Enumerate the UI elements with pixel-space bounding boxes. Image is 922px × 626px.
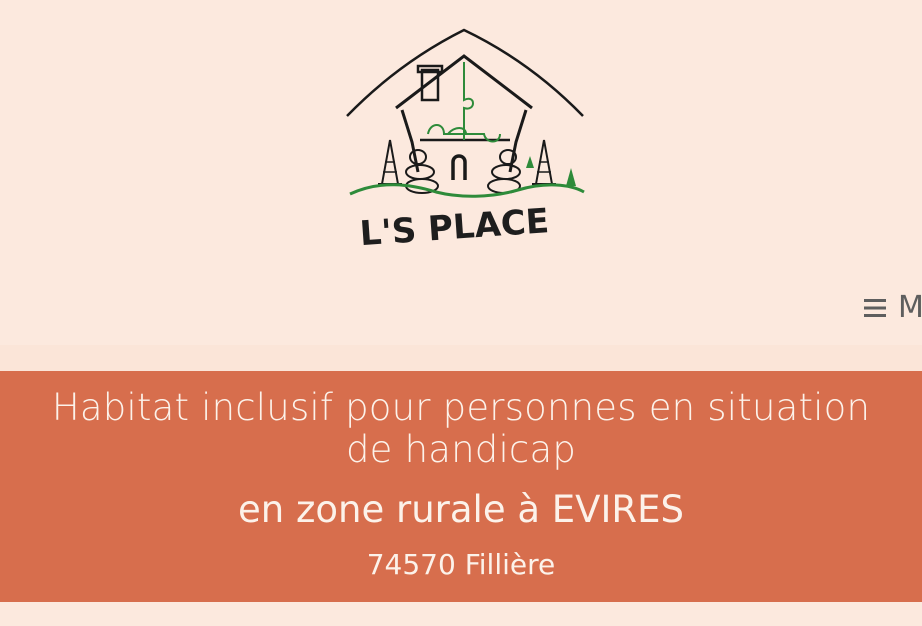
- hero-title-line2: en zone rurale à EVIRES: [238, 488, 684, 531]
- hero-banner: Habitat inclusif pour personnes en situa…: [0, 371, 922, 602]
- hero-title-line1: Habitat inclusif pour personnes en situa…: [51, 386, 871, 471]
- hero-subtitle: 74570 Fillière: [366, 548, 556, 581]
- header-divider: [0, 345, 922, 371]
- menu-label: M: [898, 290, 922, 325]
- site-header: L'S PLACE M: [0, 0, 922, 345]
- menu-button[interactable]: M: [864, 290, 922, 325]
- footer-strip: [0, 602, 922, 626]
- page: L'S PLACE M Habitat inclusif pour person…: [0, 0, 922, 626]
- hamburger-icon: [864, 298, 886, 317]
- logo-wordmark: L'S PLACE: [359, 201, 551, 254]
- site-logo[interactable]: L'S PLACE: [340, 22, 590, 254]
